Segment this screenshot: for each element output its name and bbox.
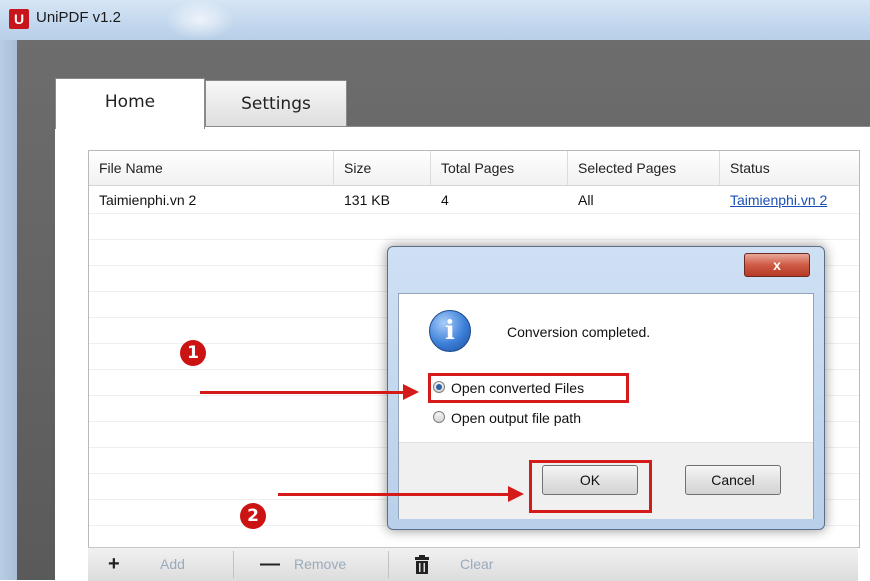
app-logo-icon: U — [9, 9, 29, 29]
highlight-ok-button — [529, 460, 652, 513]
tab-settings[interactable]: Settings — [205, 80, 347, 128]
column-header-file-name[interactable]: File Name — [89, 151, 334, 185]
window-left-border — [0, 40, 17, 580]
radio-label: Open output file path — [451, 410, 581, 426]
cell-selected-pages: All — [578, 192, 594, 208]
minus-icon: — — [260, 553, 280, 575]
arrow-2-line — [278, 493, 510, 496]
app-window: U UniPDF v1.2 Settings Home File Name Si… — [0, 0, 870, 581]
add-button[interactable]: + Add — [108, 548, 198, 581]
step-1-badge: 1 — [180, 340, 206, 366]
highlight-open-converted-files — [428, 373, 629, 403]
clear-button[interactable]: Clear — [414, 548, 514, 581]
column-header-selected-pages[interactable]: Selected Pages — [568, 151, 720, 185]
remove-label: Remove — [294, 556, 347, 572]
radio-unselected-icon — [433, 411, 445, 423]
arrow-1-line — [200, 391, 405, 394]
plus-icon: + — [108, 553, 120, 575]
toolbar-divider — [388, 551, 389, 578]
column-header-size[interactable]: Size — [334, 151, 431, 185]
title-bar: U UniPDF v1.2 — [0, 0, 870, 40]
tab-home[interactable]: Home — [55, 78, 205, 129]
table-row[interactable]: Taimienphi.vn 2 131 KB 4 All Taimienphi.… — [89, 187, 859, 214]
clear-label: Clear — [460, 556, 494, 572]
arrow-2-head — [508, 486, 524, 502]
cell-file-name: Taimienphi.vn 2 — [99, 192, 197, 208]
tab-settings-label: Settings — [241, 94, 311, 114]
tab-home-label: Home — [104, 92, 156, 112]
add-label: Add — [160, 556, 185, 572]
remove-button[interactable]: — Remove — [260, 548, 370, 581]
empty-row — [89, 213, 859, 240]
step-2-badge: 2 — [240, 503, 266, 529]
arrow-1-head — [403, 384, 419, 400]
window-title: UniPDF v1.2 — [36, 9, 122, 26]
dialog-message: Conversion completed. — [507, 324, 651, 340]
cell-total-pages: 4 — [441, 192, 449, 208]
cancel-button[interactable]: Cancel — [685, 465, 781, 495]
bottom-toolbar: + Add — Remove Clear — [88, 547, 858, 581]
title-glow — [165, 0, 235, 40]
table-header: File Name Size Total Pages Selected Page… — [89, 151, 859, 186]
dialog-close-button[interactable]: x — [744, 253, 810, 277]
cell-size: 131 KB — [344, 192, 390, 208]
toolbar-divider — [233, 551, 234, 578]
column-header-total-pages[interactable]: Total Pages — [431, 151, 568, 185]
trash-icon — [415, 555, 429, 574]
info-icon: i — [429, 310, 471, 352]
column-header-status[interactable]: Status — [720, 151, 859, 185]
cell-status-link[interactable]: Taimienphi.vn 2 — [720, 187, 827, 213]
close-icon: x — [773, 257, 781, 273]
